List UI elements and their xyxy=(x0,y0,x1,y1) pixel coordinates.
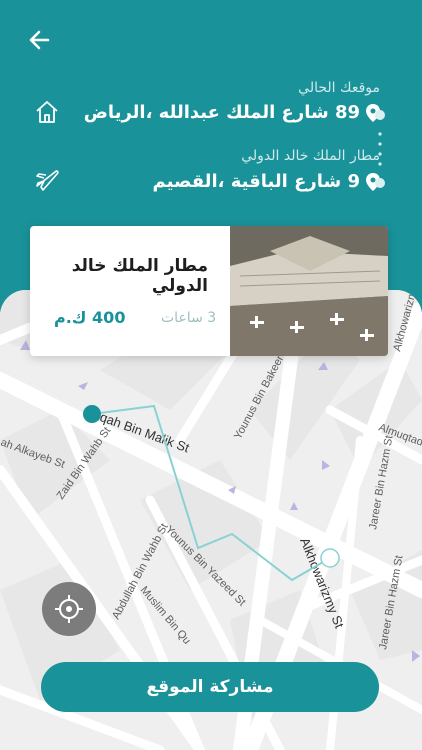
destination-marker xyxy=(320,548,340,568)
locate-button[interactable] xyxy=(42,582,96,636)
origin-marker xyxy=(83,405,101,423)
card-title: مطار الملك خالد الدولي xyxy=(71,256,208,296)
plane-icon xyxy=(36,170,59,191)
back-arrow-icon[interactable] xyxy=(26,26,54,54)
airport-image xyxy=(230,226,388,356)
crosshair-icon xyxy=(55,595,83,623)
share-location-button[interactable]: مشاركة الموقع xyxy=(41,662,379,712)
origin-dot xyxy=(375,110,385,120)
destination-dot xyxy=(375,178,385,188)
destination-card[interactable]: مطار الملك خالد الدولي 3 ساعات 400 ك.م xyxy=(30,226,388,356)
destination-address: 9 شارع الباقية ،القصيم xyxy=(152,171,360,192)
destination-label: مطار الملك خالد الدولي xyxy=(241,148,380,164)
card-time: 3 ساعات xyxy=(161,310,217,326)
destination-row[interactable]: 9 شارع الباقية ،القصيم xyxy=(153,171,380,192)
current-location-row[interactable]: 89 شارع الملك عبدالله ،الرياض xyxy=(84,102,380,123)
current-location-address: 89 شارع الملك عبدالله ،الرياض xyxy=(83,102,360,123)
current-location-label: موقعك الحالي xyxy=(298,80,380,96)
home-icon xyxy=(36,101,58,123)
route-connector xyxy=(378,132,382,166)
card-distance: 400 ك.م xyxy=(54,308,126,327)
